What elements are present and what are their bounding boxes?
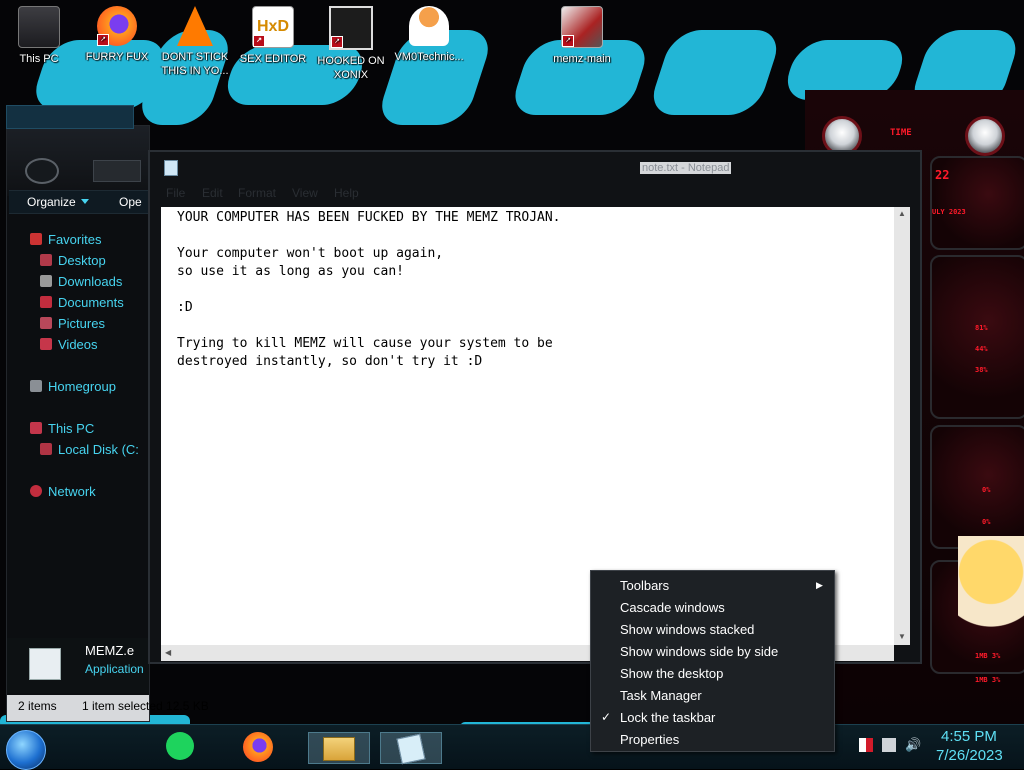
menu-item-task-manager[interactable]: Task Manager: [620, 688, 702, 703]
nav-local-disk[interactable]: Local Disk (C:: [40, 442, 139, 457]
chevron-down-icon: [81, 199, 89, 204]
taskbar-notepad[interactable]: [380, 732, 442, 765]
details-file-type: Application: [85, 662, 144, 676]
scroll-down-icon[interactable]: ▼: [898, 632, 906, 641]
status-selection: 1 item selected 12.5 KB: [82, 699, 208, 713]
network-icon: [30, 485, 42, 497]
notepad-app-icon: [164, 160, 178, 176]
nav-downloads[interactable]: Downloads: [40, 274, 122, 289]
text-line: YOUR COMPUTER HAS BEEN FUCKED BY THE MEM…: [177, 210, 561, 225]
alien-head-icon: [965, 116, 1005, 156]
pictures-folder-icon: [40, 317, 52, 329]
memz-folder-icon: ↗: [561, 6, 603, 48]
menu-item-show-windows-side-by-side[interactable]: Show windows side by side: [620, 644, 778, 659]
doctor-icon: [409, 6, 449, 46]
nav-homegroup[interactable]: Homegroup: [30, 379, 116, 394]
menu-item-cascade-windows[interactable]: Cascade windows: [620, 600, 725, 615]
scroll-up-icon[interactable]: ▲: [898, 209, 906, 218]
details-filename: MEMZ.e: [85, 643, 135, 658]
explorer-titlebar[interactable]: [7, 126, 149, 196]
desktop-icon-memz-main[interactable]: ↗ memz-main: [543, 6, 621, 66]
star-icon: [30, 233, 42, 245]
hxd-hex-editor-icon: HxD ↗: [252, 6, 294, 48]
star-character-graphic: [958, 536, 1024, 656]
scroll-left-icon[interactable]: ◀: [165, 648, 171, 657]
flag-icon[interactable]: [859, 738, 873, 752]
menu-view[interactable]: View: [292, 186, 318, 200]
menu-item-show-windows-stacked[interactable]: Show windows stacked: [620, 622, 754, 637]
taskbar-firefox[interactable]: [234, 732, 282, 762]
back-button[interactable]: [25, 158, 59, 184]
nav-documents[interactable]: Documents: [40, 295, 124, 310]
text-line: Your computer won't boot up again,: [177, 246, 444, 261]
vlc-icon: [177, 6, 213, 46]
nav-desktop[interactable]: Desktop: [40, 253, 106, 268]
explorer-command-bar: Organize Ope: [9, 190, 149, 214]
documents-folder-icon: [40, 296, 52, 308]
drive-icon: [40, 443, 52, 455]
taskbar-green-app[interactable]: [156, 732, 204, 762]
checkmark-icon: ✓: [601, 710, 612, 724]
desktop-icon-vm0technic[interactable]: VM0Technic...: [390, 6, 468, 64]
volume-icon[interactable]: 🔊: [905, 738, 921, 752]
organize-button[interactable]: Organize: [27, 195, 76, 209]
start-orb-icon[interactable]: [6, 730, 46, 770]
vertical-scrollbar[interactable]: ▲ ▼: [894, 207, 910, 645]
desktop-icon-this-pc[interactable]: This PC: [0, 6, 78, 66]
submenu-arrow-icon: ▶: [816, 580, 823, 590]
desktop-folder-icon: [40, 254, 52, 266]
desktop-icon-dont-stick[interactable]: DONT STICK THIS IN YO...: [156, 6, 234, 78]
firefox-icon: ↗: [97, 6, 137, 46]
clock-time[interactable]: 4:55 PM: [941, 728, 997, 745]
menu-file[interactable]: File: [166, 186, 185, 200]
file-explorer-icon: [323, 737, 355, 761]
xonix-game-icon: ↗: [329, 6, 373, 50]
text-line: :D: [177, 300, 193, 315]
videos-folder-icon: [40, 338, 52, 350]
firefox-icon: [243, 732, 273, 762]
nav-pictures[interactable]: Pictures: [40, 316, 105, 331]
green-app-icon: [166, 732, 194, 760]
menu-help[interactable]: Help: [334, 186, 359, 200]
nav-network[interactable]: Network: [30, 484, 96, 499]
open-button[interactable]: Ope: [119, 195, 142, 209]
homegroup-icon: [30, 380, 42, 392]
notepad-icon: [396, 733, 426, 765]
menu-item-properties[interactable]: Properties: [620, 732, 679, 747]
desktop-icon-hooked-on-xonix[interactable]: ↗ HOOKED ON XONIX: [312, 6, 390, 82]
clock-date[interactable]: 7/26/2023: [936, 747, 1003, 764]
menu-item-toolbars[interactable]: Toolbars: [620, 578, 669, 593]
address-bar[interactable]: [93, 160, 141, 182]
downloads-folder-icon: [40, 275, 52, 287]
nav-videos[interactable]: Videos: [40, 337, 98, 352]
text-line: so use it as long as you can!: [177, 264, 404, 279]
menu-item-show-the-desktop[interactable]: Show the desktop: [620, 666, 723, 681]
menu-format[interactable]: Format: [238, 186, 276, 200]
menu-edit[interactable]: Edit: [202, 186, 223, 200]
status-item-count: 2 items: [18, 699, 57, 713]
nav-this-pc[interactable]: This PC: [30, 421, 94, 436]
application-file-icon: [29, 648, 61, 680]
network-icon[interactable]: [882, 738, 896, 752]
desktop-icon-sex-editor[interactable]: HxD ↗ SEX EDITOR: [234, 6, 312, 66]
this-pc-icon: [18, 6, 60, 48]
window-title: note.txt - Notepad: [640, 162, 732, 174]
favorites-row-highlight: [6, 105, 134, 129]
nav-favorites[interactable]: Favorites: [30, 232, 101, 247]
desktop-icon-furry-fux[interactable]: ↗ FURRY FUX: [78, 6, 156, 64]
computer-icon: [30, 422, 42, 434]
taskbar-context-menu: Toolbars ▶ Cascade windows Show windows …: [590, 570, 835, 752]
menu-item-lock-the-taskbar[interactable]: Lock the taskbar: [620, 710, 715, 725]
taskbar-file-explorer[interactable]: [308, 732, 370, 764]
text-line: destroyed instantly, so don't try it :D: [177, 354, 483, 369]
text-line: Trying to kill MEMZ will cause your syst…: [177, 336, 553, 351]
